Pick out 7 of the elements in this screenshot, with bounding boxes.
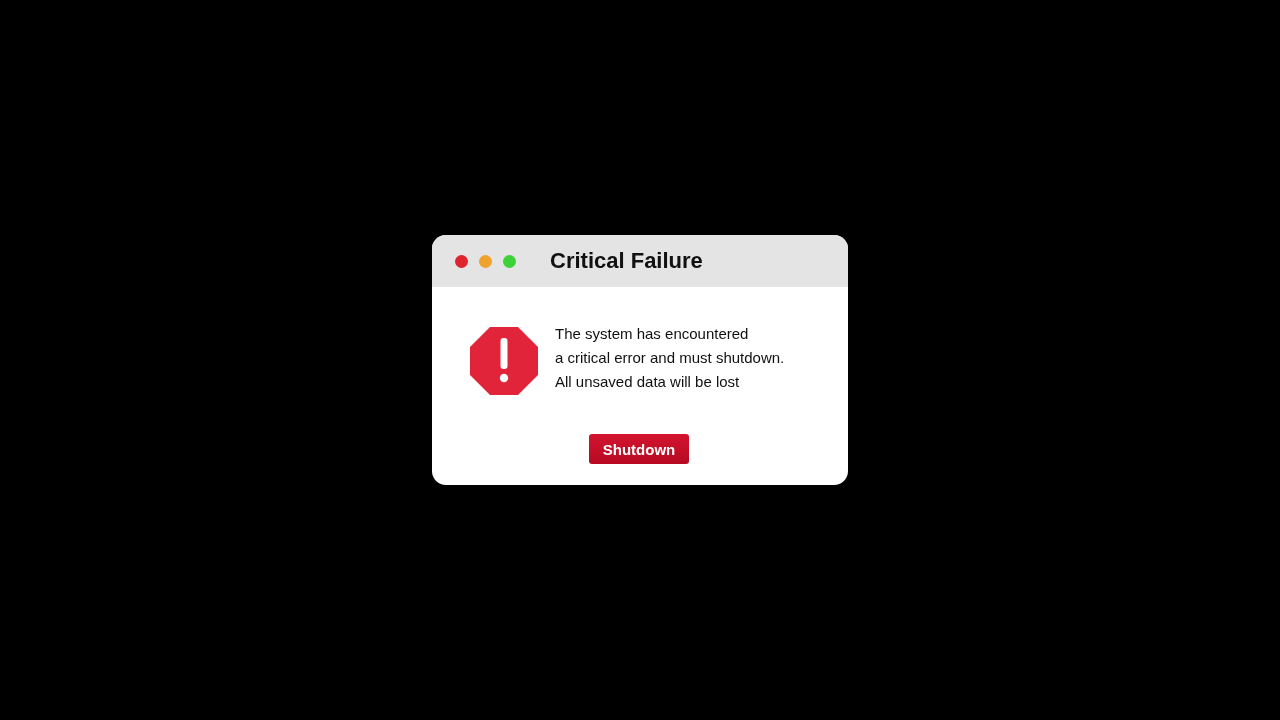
window-control-dot[interactable] xyxy=(455,254,468,268)
shutdown-button[interactable]: Shutdown xyxy=(588,434,690,464)
window-control-dot[interactable] xyxy=(479,254,492,268)
window-control-dot[interactable] xyxy=(503,254,516,268)
window-title: Critical Failure xyxy=(550,248,703,274)
error-message: The system has encountered a critical error and must shutdown. All unsaved data will be lost xyxy=(555,324,785,392)
stop-sign-exclamation-icon xyxy=(470,327,538,395)
